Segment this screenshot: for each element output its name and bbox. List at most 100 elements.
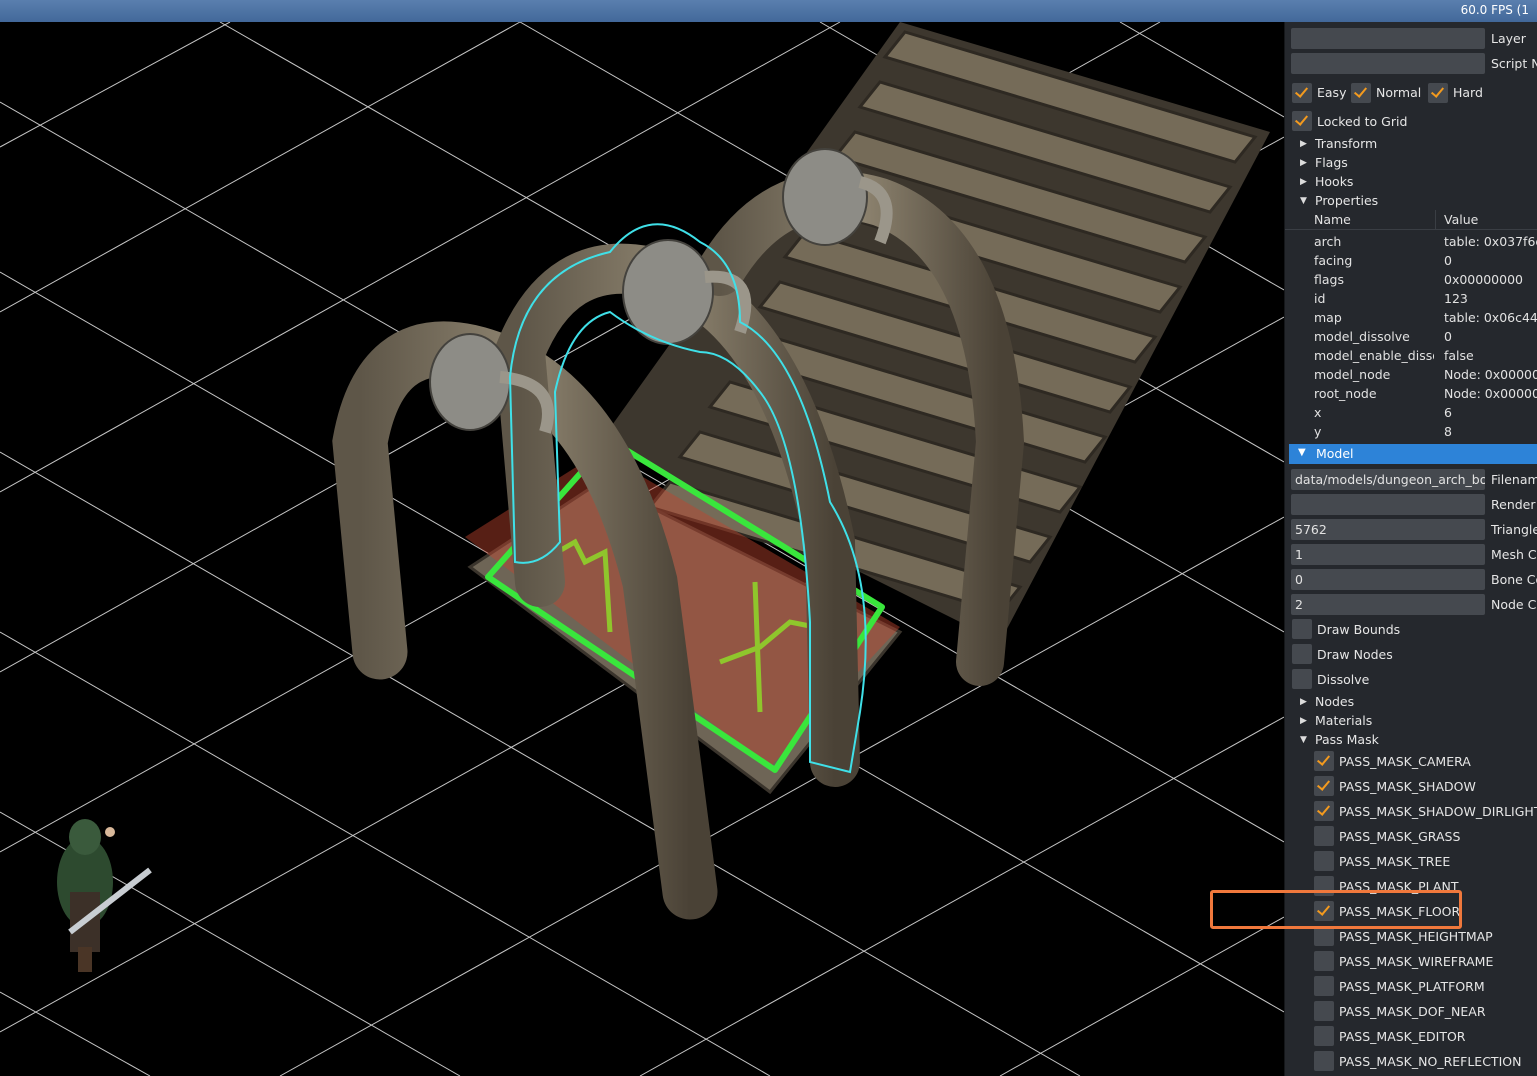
model-section-title: Model xyxy=(1316,446,1354,461)
section-materials[interactable]: Materials xyxy=(1315,713,1372,728)
section-nodes[interactable]: Nodes xyxy=(1315,694,1354,709)
normal-checkbox[interactable] xyxy=(1351,83,1371,103)
fps-counter: 60.0 FPS (1 xyxy=(1460,3,1529,17)
pass-mask-editor-label: PASS_MASK_EDITOR xyxy=(1339,1029,1466,1044)
draw-bounds-label: Draw Bounds xyxy=(1317,622,1401,637)
collapsed-arrow-icon[interactable]: ▶ xyxy=(1300,177,1307,187)
property-name: y xyxy=(1314,424,1322,439)
collapsed-arrow-icon[interactable]: ▶ xyxy=(1300,139,1307,149)
section-hooks[interactable]: Hooks xyxy=(1315,174,1353,189)
render-input[interactable] xyxy=(1291,494,1485,515)
pass-mask-platform-checkbox[interactable] xyxy=(1314,976,1334,996)
script-name-input[interactable] xyxy=(1291,53,1485,74)
hard-checkbox[interactable] xyxy=(1428,83,1448,103)
property-name: root_node xyxy=(1314,386,1377,401)
dissolve-checkbox[interactable] xyxy=(1292,669,1312,689)
filename-input[interactable]: data/models/dungeon_arch_boss xyxy=(1291,469,1485,490)
annotation-highlight-box xyxy=(1210,890,1462,929)
property-value: table: 0x037f6e5 xyxy=(1444,234,1537,249)
layer-label: Layer xyxy=(1491,31,1526,46)
scene-render[interactable] xyxy=(0,22,1284,1076)
bone-count-input[interactable]: 0 xyxy=(1291,569,1485,590)
triangles-input[interactable]: 5762 xyxy=(1291,519,1485,540)
pass-mask-grass-checkbox[interactable] xyxy=(1314,826,1334,846)
table-row[interactable]: root_node Node: 0x000000 xyxy=(1285,386,1537,405)
easy-checkbox[interactable] xyxy=(1292,83,1312,103)
table-row[interactable]: flags 0x00000000 xyxy=(1285,272,1537,291)
pass-mask-camera-label: PASS_MASK_CAMERA xyxy=(1339,754,1471,769)
table-row[interactable]: arch table: 0x037f6e5 xyxy=(1285,234,1537,253)
table-row[interactable]: model_node Node: 0x000000 xyxy=(1285,367,1537,386)
column-value-header: Value xyxy=(1444,212,1479,227)
property-value: 8 xyxy=(1444,424,1452,439)
pass-mask-shadow-checkbox[interactable] xyxy=(1314,776,1334,796)
pass-mask-shadow-label: PASS_MASK_SHADOW xyxy=(1339,779,1476,794)
section-flags[interactable]: Flags xyxy=(1315,155,1348,170)
pass-mask-shadow-dirlight-checkbox[interactable] xyxy=(1314,801,1334,821)
table-row[interactable]: y8 xyxy=(1285,424,1537,443)
pass-mask-platform-label: PASS_MASK_PLATFORM xyxy=(1339,979,1485,994)
pass-mask-no-reflection-label: PASS_MASK_NO_REFLECTION xyxy=(1339,1054,1522,1069)
property-value: 123 xyxy=(1444,291,1468,306)
pass-mask-no-reflection-checkbox[interactable] xyxy=(1314,1051,1334,1071)
mesh-count-label: Mesh Co xyxy=(1491,547,1537,562)
script-name-label: Script N xyxy=(1491,56,1537,71)
section-transform[interactable]: Transform xyxy=(1315,136,1377,151)
scene-viewport[interactable] xyxy=(0,22,1284,1076)
layer-input[interactable] xyxy=(1291,28,1485,49)
expanded-arrow-icon[interactable]: ▼ xyxy=(1300,196,1307,206)
property-value: 0x00000000 xyxy=(1444,272,1523,287)
table-row[interactable]: model_dissolve 0 xyxy=(1285,329,1537,348)
property-value: 0 xyxy=(1444,253,1452,268)
player-character xyxy=(57,819,152,972)
pass-mask-heightmap-checkbox[interactable] xyxy=(1314,926,1334,946)
node-count-input[interactable]: 2 xyxy=(1291,594,1485,615)
property-value: Node: 0x000000 xyxy=(1444,367,1537,382)
draw-nodes-checkbox[interactable] xyxy=(1292,644,1312,664)
pass-mask-dof-near-checkbox[interactable] xyxy=(1314,1001,1334,1021)
pass-mask-wireframe-checkbox[interactable] xyxy=(1314,951,1334,971)
property-value: table: 0x06c446b xyxy=(1444,310,1537,325)
bone-count-label: Bone Co xyxy=(1491,572,1537,587)
collapsed-arrow-icon[interactable]: ▶ xyxy=(1300,716,1307,726)
property-value: 0 xyxy=(1444,329,1452,344)
table-row[interactable]: map table: 0x06c446b xyxy=(1285,310,1537,329)
property-name: map xyxy=(1314,310,1342,325)
pass-mask-tree-checkbox[interactable] xyxy=(1314,851,1334,871)
property-name: model_node xyxy=(1314,367,1391,382)
pass-mask-grass-label: PASS_MASK_GRASS xyxy=(1339,829,1461,844)
collapsed-arrow-icon[interactable]: ▶ xyxy=(1300,158,1307,168)
pass-mask-heightmap-label: PASS_MASK_HEIGHTMAP xyxy=(1339,929,1493,944)
dissolve-label: Dissolve xyxy=(1317,672,1370,687)
pass-mask-wireframe-label: PASS_MASK_WIREFRAME xyxy=(1339,954,1494,969)
section-pass-mask[interactable]: Pass Mask xyxy=(1315,732,1379,747)
properties-header: Name Value xyxy=(1285,210,1537,230)
node-count-label: Node Co xyxy=(1491,597,1537,612)
status-bar: 60.0 FPS (1 xyxy=(0,0,1537,23)
draw-bounds-checkbox[interactable] xyxy=(1292,619,1312,639)
collapsed-arrow-icon[interactable]: ▶ xyxy=(1300,697,1307,707)
property-name: flags xyxy=(1314,272,1344,287)
property-value: Node: 0x000000 xyxy=(1444,386,1537,401)
property-name: id xyxy=(1314,291,1326,306)
property-name: model_dissolve xyxy=(1314,329,1410,344)
pass-mask-editor-checkbox[interactable] xyxy=(1314,1026,1334,1046)
expanded-arrow-icon: ▼ xyxy=(1298,447,1306,458)
table-row[interactable]: id 123 xyxy=(1285,291,1537,310)
mesh-count-input[interactable]: 1 xyxy=(1291,544,1485,565)
table-row[interactable]: model_enable_dissolv false xyxy=(1285,348,1537,367)
normal-label: Normal xyxy=(1376,85,1422,100)
pass-mask-camera-checkbox[interactable] xyxy=(1314,751,1334,771)
triangles-label: Triangle xyxy=(1491,522,1537,537)
table-row[interactable]: facing 0 xyxy=(1285,253,1537,272)
render-label: Render xyxy=(1491,497,1536,512)
expanded-arrow-icon[interactable]: ▼ xyxy=(1300,735,1307,745)
column-divider[interactable] xyxy=(1435,210,1436,229)
pass-mask-shadow-dirlight-label: PASS_MASK_SHADOW_DIRLIGHT xyxy=(1339,804,1537,819)
filename-label: Filenam xyxy=(1491,472,1537,487)
locked-to-grid-checkbox[interactable] xyxy=(1292,111,1312,131)
table-row[interactable]: x6 xyxy=(1285,405,1537,424)
section-properties[interactable]: Properties xyxy=(1315,193,1378,208)
model-section-header[interactable]: ▼ Model xyxy=(1289,444,1537,464)
pass-mask-tree-label: PASS_MASK_TREE xyxy=(1339,854,1451,869)
